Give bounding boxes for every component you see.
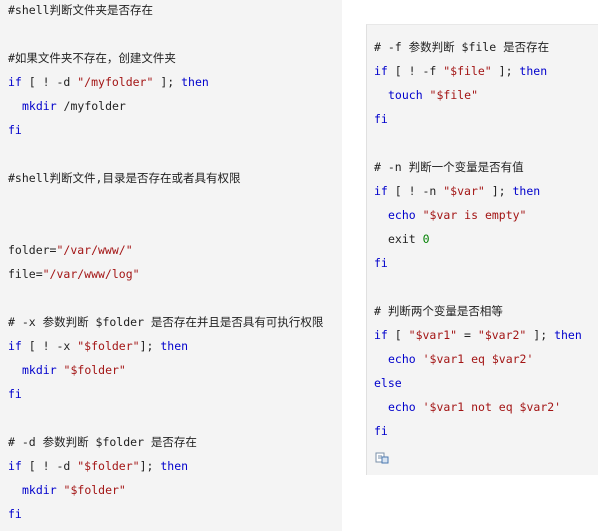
string-literal: "$file" xyxy=(443,64,492,78)
string-literal: "$var" xyxy=(443,184,485,198)
code-line-assign-file: file="/var/www/log" xyxy=(8,267,140,281)
keyword-fi: fi xyxy=(8,507,22,521)
code-line-fi: fi xyxy=(8,123,22,137)
string-literal: "$folder" xyxy=(77,339,140,353)
keyword-else: else xyxy=(374,376,402,390)
code-text: folder= xyxy=(8,243,57,257)
code-line-mkdir: mkdir "$folder" xyxy=(22,483,126,497)
code-line-comment: #如果文件夹不存在，创建文件夹 xyxy=(8,51,176,65)
string-literal: '$var1 not eq $var2' xyxy=(415,400,562,414)
code-text: = xyxy=(457,328,478,342)
code-line-if: if [ ! -f "$file" ]; then xyxy=(374,64,547,78)
keyword-if: if xyxy=(374,328,388,342)
code-line-comment: # -n 判断一个变量是否有值 xyxy=(374,160,524,174)
keyword-then: then xyxy=(181,75,209,89)
code-text: [ ! -x xyxy=(21,339,78,353)
code-text: [ xyxy=(387,328,409,342)
keyword-then: then xyxy=(512,184,541,198)
code-line-comment: # -x 参数判断 $folder 是否存在并且是否具有可执行权限 xyxy=(8,315,323,329)
number-literal: 0 xyxy=(415,232,430,246)
comment-text: # -n 判断一个变量是否有值 xyxy=(374,160,524,174)
code-line-echo: echo "$var is empty" xyxy=(388,208,526,222)
comment-text: # -x 参数判断 $folder 是否存在并且是否具有可执行权限 xyxy=(8,315,324,329)
code-line-if: if [ ! -x "$folder"]; then xyxy=(8,339,188,353)
string-literal: "$folder" xyxy=(56,363,126,377)
keyword-then: then xyxy=(160,459,189,473)
keyword-if: if xyxy=(374,184,388,198)
code-text: ]; xyxy=(526,328,555,342)
code-line-mkdir: mkdir /myfolder xyxy=(22,99,126,113)
string-literal: "/var/www/" xyxy=(56,243,133,257)
keyword-if: if xyxy=(8,339,22,353)
code-text: ]; xyxy=(484,184,513,198)
command-echo: echo xyxy=(388,400,416,414)
code-line-comment: #shell判断文件,目录是否存在或者具有权限 xyxy=(8,171,240,185)
keyword-fi: fi xyxy=(374,424,388,438)
keyword-if: if xyxy=(8,75,22,89)
string-literal: "/var/www/log" xyxy=(42,267,140,281)
keyword-fi: fi xyxy=(374,112,388,126)
string-literal: '$var1 eq $var2' xyxy=(415,352,534,366)
code-line-fi: fi xyxy=(8,387,22,401)
command-touch: touch xyxy=(388,88,423,102)
keyword-fi: fi xyxy=(374,256,388,270)
keyword-if: if xyxy=(374,64,388,78)
copy-code-icon[interactable] xyxy=(375,452,389,464)
comment-text: # -f 参数判断 $file 是否存在 xyxy=(374,40,550,54)
code-line-comment: # 判断两个变量是否相等 xyxy=(374,304,503,318)
code-text: ]; xyxy=(139,459,161,473)
string-literal: "/myfolder" xyxy=(77,75,154,89)
keyword-then: then xyxy=(554,328,582,342)
comment-text: #shell判断文件夹是否存在 xyxy=(8,3,154,17)
code-line-if: if [ "$var1" = "$var2" ]; then xyxy=(374,328,582,342)
command-echo: echo xyxy=(388,208,416,222)
code-line-fi: fi xyxy=(374,256,388,270)
code-line-comment: # -f 参数判断 $file 是否存在 xyxy=(374,40,549,54)
keyword-fi: fi xyxy=(8,123,22,137)
comment-text: # -d 参数判断 $folder 是否存在 xyxy=(8,435,197,449)
code-text: [ ! -d xyxy=(21,459,78,473)
string-literal: "$folder" xyxy=(77,459,140,473)
code-line-fi: fi xyxy=(8,507,22,521)
code-line-assign-folder: folder="/var/www/" xyxy=(8,243,133,257)
command-mkdir: mkdir xyxy=(22,363,57,377)
code-text: [ ! -d xyxy=(21,75,78,89)
command-mkdir: mkdir xyxy=(22,99,57,113)
comment-text: #如果文件夹不存在，创建文件夹 xyxy=(8,51,176,65)
code-line-echo: echo '$var1 eq $var2' xyxy=(388,352,533,366)
code-text: ]; xyxy=(153,75,182,89)
string-literal: "$folder" xyxy=(56,483,126,497)
code-line-exit: exit 0 xyxy=(388,232,430,246)
code-line-fi: fi xyxy=(374,112,388,126)
keyword-fi: fi xyxy=(8,387,22,401)
keyword-then: then xyxy=(160,339,189,353)
command-echo: echo xyxy=(388,352,416,366)
command-mkdir: mkdir xyxy=(22,483,57,497)
code-line-if: if [ ! -d "/myfolder" ]; then xyxy=(8,75,209,89)
code-text: [ ! -f xyxy=(387,64,444,78)
comment-text: # 判断两个变量是否相等 xyxy=(374,304,503,318)
string-literal: "$var2" xyxy=(477,328,527,342)
code-line-comment: # -d 参数判断 $folder 是否存在 xyxy=(8,435,197,449)
string-literal: "$var1" xyxy=(408,328,458,342)
code-line-echo: echo '$var1 not eq $var2' xyxy=(388,400,561,414)
code-line-fi: fi xyxy=(374,424,388,438)
command-exit: exit xyxy=(388,232,416,246)
keyword-then: then xyxy=(519,64,548,78)
keyword-if: if xyxy=(8,459,22,473)
code-text: file= xyxy=(8,267,43,281)
code-text: /myfolder xyxy=(56,99,126,113)
comment-text: #shell判断文件,目录是否存在或者具有权限 xyxy=(8,171,241,185)
code-text: ]; xyxy=(139,339,161,353)
code-line-touch: touch "$file" xyxy=(388,88,478,102)
code-line-comment: #shell判断文件夹是否存在 xyxy=(8,3,153,17)
code-line-else: else xyxy=(374,376,402,390)
code-line-mkdir: mkdir "$folder" xyxy=(22,363,126,377)
string-literal: "$file" xyxy=(422,88,479,102)
string-literal: "$var is empty" xyxy=(415,208,527,222)
code-text: [ ! -n xyxy=(387,184,444,198)
code-text: ]; xyxy=(491,64,520,78)
code-line-if: if [ ! -n "$var" ]; then xyxy=(374,184,540,198)
code-line-if: if [ ! -d "$folder"]; then xyxy=(8,459,188,473)
